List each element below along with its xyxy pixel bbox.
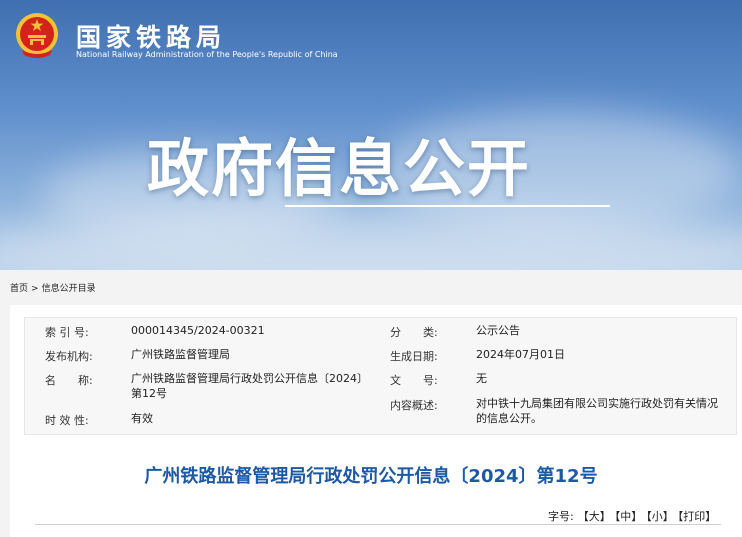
breadcrumb-home-link[interactable]: 首页	[10, 284, 28, 294]
metadata-table: 索 引 号: 000014345/2024-00321 分 类: 公示公告 发布…	[24, 317, 737, 435]
category-label: 分 类:	[390, 326, 438, 339]
font-size-controls: 字号: 【大】 【中】 【小】 【打印】	[548, 508, 720, 524]
breadcrumb-current-link[interactable]: 信息公开目录	[42, 284, 96, 294]
index-label: 索 引 号:	[45, 326, 89, 339]
hero-underline	[285, 205, 610, 207]
header-banner: 国家铁路局 National Railway Administration of…	[0, 0, 742, 270]
summary-label: 内容概述:	[390, 399, 438, 412]
article-title: 广州铁路监督管理局行政处罚公开信息〔2024〕第12号	[144, 466, 598, 487]
org-name-en: National Railway Administration of the P…	[76, 50, 338, 59]
font-size-label: 字号:	[548, 510, 574, 523]
breadcrumb-separator: >	[31, 284, 39, 294]
org-name[interactable]: 国家铁路局	[76, 18, 226, 54]
cloud-decoration	[0, 210, 742, 270]
issuer-label: 发布机构:	[45, 350, 93, 363]
national-emblem-icon[interactable]	[14, 10, 60, 62]
date-label: 生成日期:	[390, 350, 438, 363]
issuer-value: 广州铁路监督管理局	[131, 348, 230, 361]
title-divider	[35, 524, 721, 525]
summary-value: 对中铁十九局集团有限公司实施行政处罚有关情况的信息公开。	[476, 397, 718, 425]
breadcrumb: 首页 > 信息公开目录	[10, 281, 99, 294]
index-value: 000014345/2024-00321	[131, 324, 265, 337]
doc-no-value: 无	[476, 372, 487, 385]
category-value: 公示公告	[476, 324, 520, 337]
name-value: 广州铁路监督管理局行政处罚公开信息〔2024〕第12号	[131, 372, 368, 400]
name-label: 名 称:	[45, 374, 93, 387]
date-value: 2024年07月01日	[476, 348, 565, 361]
font-medium-button[interactable]: 【中】	[615, 510, 643, 523]
validity-label: 时 效 性:	[45, 414, 89, 427]
hero-title: 政府信息公开	[147, 132, 532, 205]
validity-value: 有效	[131, 412, 153, 425]
doc-no-label: 文 号:	[390, 374, 438, 387]
font-large-button[interactable]: 【大】	[578, 510, 611, 523]
font-small-button[interactable]: 【小】	[646, 510, 674, 523]
print-button[interactable]: 【打印】	[678, 510, 717, 523]
